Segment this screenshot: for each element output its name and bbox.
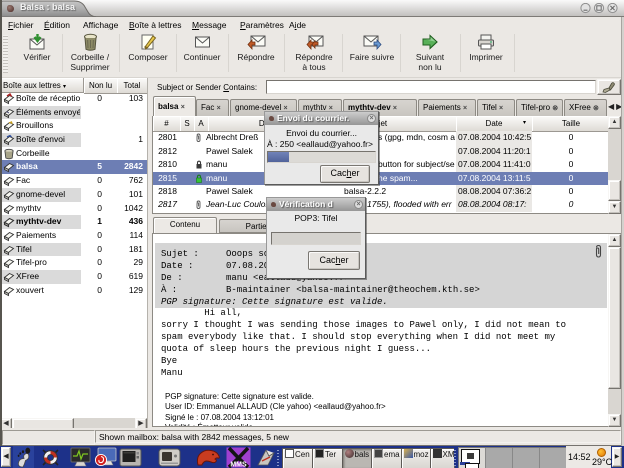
svg-text:MMS: MMS bbox=[230, 462, 247, 468]
